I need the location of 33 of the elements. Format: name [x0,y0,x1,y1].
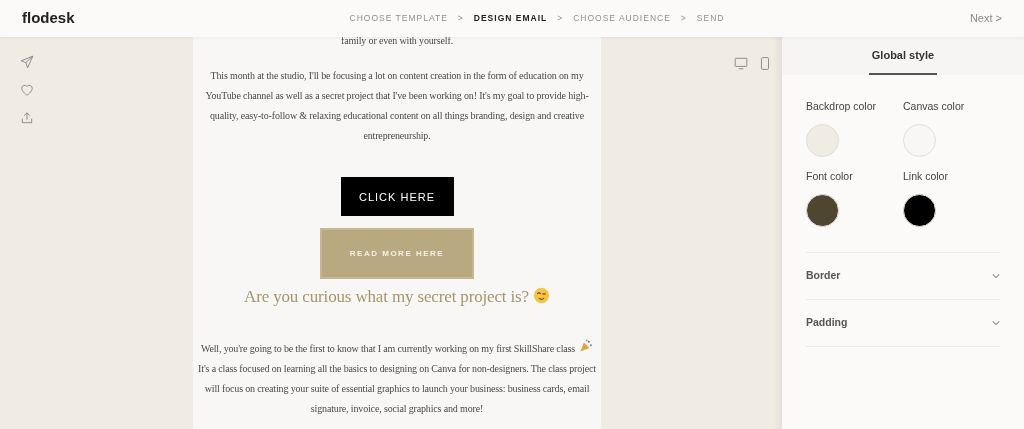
accordion-row[interactable]: Padding [806,298,1000,346]
body-paragraph: family or even with yourself. [341,34,453,48]
swatch-label: Link color [903,168,949,184]
emoji-icon [533,287,550,304]
swatch-label: Font color [806,168,854,184]
next-button[interactable]: Next > [882,10,1002,27]
party-popper-icon [579,339,594,353]
swatch-label: Backdrop color [806,99,878,114]
step-separator: > [557,12,564,25]
mobile-icon[interactable] [760,57,770,70]
body-paragraph: This month at the studio, I'll be focusing a lot on content creation in the form of education on my YouTube channel as well as a secret project that I've been working on! It's my goal to provide high-quality, easy-to-follow & relaxing educational content on all things branding, design and creative entrepreneurship. [204,69,590,143]
desktop-icon[interactable] [734,57,748,70]
chevron-icon [992,272,1000,279]
send-icon[interactable] [20,55,34,69]
click-here-button[interactable]: CLICK HERE [340,177,454,216]
color-swatch[interactable] [806,193,839,227]
accordion-label: Border [806,267,841,283]
step-separator: > [457,12,464,25]
body-paragraph: It's a class focused on learning all the basics to designing on Canva for non-designers. The class project will focus on creating your suite of essential graphics to launch your business: business cards, email signature, invoice, social graphics and more! [197,362,597,416]
share-icon[interactable] [20,111,34,125]
color-swatch[interactable] [806,123,839,157]
swatch-label: Canvas color [903,99,966,114]
color-swatch[interactable] [903,123,936,157]
chevron-icon [992,319,1000,326]
heart-icon[interactable] [20,83,34,97]
accordion-row[interactable]: Border [806,251,1000,299]
color-swatch[interactable] [903,193,936,227]
accordion-label: Padding [806,314,848,330]
section-heading: Are you curious what my secret project is? [244,285,550,309]
body-paragraph: Well, you're going to be the first to know that I am currently working on my first SkillShare class [200,339,594,359]
step-tab[interactable]: DESIGN EMAIL [473,12,548,25]
logo: flodesk [22,8,76,29]
step-separator: > [680,12,687,25]
